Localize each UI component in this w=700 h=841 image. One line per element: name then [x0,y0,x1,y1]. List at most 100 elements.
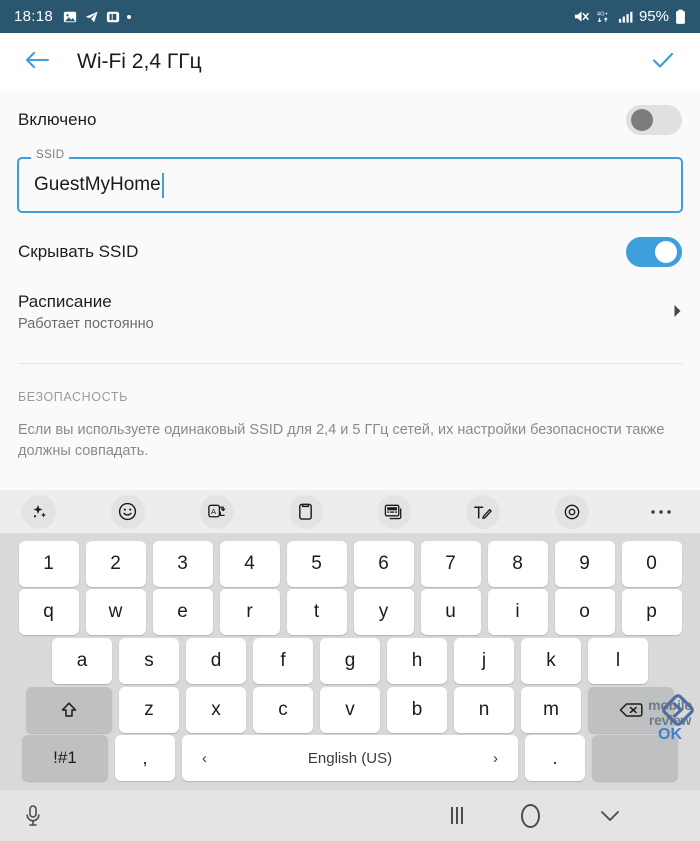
keyboard-mode-icon[interactable] [377,494,412,529]
key-0[interactable]: 0 [621,540,682,587]
chevron-down-icon[interactable] [598,808,622,824]
symbols-key[interactable]: !#1 [22,735,108,782]
key-r[interactable]: r [219,589,280,636]
key-5[interactable]: 5 [286,540,347,587]
battery-icon [675,9,686,25]
key-c[interactable]: c [253,686,313,733]
home-circle [521,803,540,828]
key-3[interactable]: 3 [152,540,213,587]
keyboard-row-top: q w e r t y u i o p [4,589,696,636]
key-f[interactable]: f [253,637,313,684]
keyboard-row-home: a s d f g h j k l [4,637,696,684]
key-6[interactable]: 6 [353,540,414,587]
recents-bars [451,807,463,824]
key-v[interactable]: v [320,686,380,733]
home-icon[interactable] [521,803,540,828]
space-key[interactable]: ‹ English (US) › [182,735,518,782]
key-b[interactable]: b [387,686,447,733]
ssid-input[interactable]: GuestMyHome [34,157,164,213]
key-d[interactable]: d [186,637,246,684]
key-8[interactable]: 8 [487,540,548,587]
svg-text:A: A [211,507,217,516]
clipboard-icon[interactable] [288,494,323,529]
microphone-icon[interactable] [24,804,42,828]
settings-gear-icon[interactable] [555,494,590,529]
chevron-right-icon [673,304,682,321]
keyboard-row-bottom: z x c v b n m [4,686,696,733]
key-o[interactable]: o [554,589,615,636]
space-key-label: English (US) [307,749,393,767]
key-m[interactable]: m [521,686,581,733]
key-x[interactable]: x [186,686,246,733]
keyboard: A 1 2 3 4 5 6 7 8 9 0 q w e r t y u i o … [0,490,700,790]
key-z[interactable]: z [119,686,179,733]
shift-icon [61,702,77,717]
shift-key[interactable] [26,686,112,733]
enabled-row[interactable]: Включено [16,91,684,149]
enter-key[interactable] [592,735,678,782]
key-y[interactable]: y [353,589,414,636]
back-button[interactable] [22,47,52,77]
hide-ssid-label: Скрывать SSID [18,242,139,261]
key-k[interactable]: k [521,637,581,684]
key-1[interactable]: 1 [18,540,79,587]
status-time: 18:18 [14,8,54,25]
key-q[interactable]: q [18,589,79,636]
hide-ssid-toggle[interactable] [626,237,682,267]
translate-icon[interactable]: A [199,494,234,529]
ssid-field[interactable]: SSID GuestMyHome [17,149,683,213]
ssid-input-value: GuestMyHome [34,174,161,195]
hide-ssid-row[interactable]: Скрывать SSID [16,223,684,281]
schedule-row[interactable]: Расписание Работает постоянно [16,281,684,345]
backspace-key[interactable] [588,686,674,733]
key-2[interactable]: 2 [85,540,146,587]
key-4[interactable]: 4 [219,540,280,587]
confirm-button[interactable] [648,47,678,77]
period-key[interactable]: . [525,735,585,782]
toggle-knob [631,109,653,131]
battery-percentage: 95% [638,8,669,25]
key-g[interactable]: g [320,637,380,684]
key-p[interactable]: p [621,589,682,636]
check-icon [650,49,676,76]
svg-text:4G+: 4G+ [597,12,609,18]
signal-bars-icon [618,10,633,24]
key-t[interactable]: t [286,589,347,636]
next-language-arrow[interactable]: › [493,750,498,767]
key-u[interactable]: u [420,589,481,636]
status-bar: 18:18 4G+ 95% [0,0,700,33]
handwriting-icon[interactable] [466,494,501,529]
schedule-title: Расписание [18,292,112,311]
key-e[interactable]: e [152,589,213,636]
page-title: Wi-Fi 2,4 ГГц [77,50,202,73]
arrow-left-icon [24,49,50,76]
dot-indicator [127,14,132,19]
emoji-icon[interactable] [110,494,145,529]
keyboard-toolbar: A [0,490,700,534]
key-9[interactable]: 9 [554,540,615,587]
navigation-buttons [451,803,676,828]
status-bar-left: 18:18 [14,8,132,25]
key-j[interactable]: j [454,637,514,684]
enabled-toggle[interactable] [626,105,682,135]
phone-screen: 18:18 4G+ 95% Wi-Fi 2,4 ГГц Включено SSI… [0,0,700,841]
key-a[interactable]: a [52,637,112,684]
settings-content: Включено SSID GuestMyHome Скрывать SSID … [0,91,700,490]
key-7[interactable]: 7 [420,540,481,587]
photos-icon [63,10,77,24]
prev-language-arrow[interactable]: ‹ [202,750,207,767]
more-options-icon[interactable] [644,495,678,529]
key-i[interactable]: i [487,589,548,636]
recents-icon[interactable] [451,807,463,824]
key-l[interactable]: l [588,637,648,684]
enabled-label: Включено [18,110,97,129]
toggle-knob [655,241,677,263]
backspace-icon [619,702,643,717]
key-s[interactable]: s [119,637,179,684]
comma-key[interactable]: , [115,735,175,782]
security-section-body: Если вы используете одинаковый SSID для … [18,422,665,460]
key-n[interactable]: n [454,686,514,733]
key-w[interactable]: w [85,589,146,636]
key-h[interactable]: h [387,637,447,684]
ai-sparkle-icon[interactable] [22,494,56,529]
